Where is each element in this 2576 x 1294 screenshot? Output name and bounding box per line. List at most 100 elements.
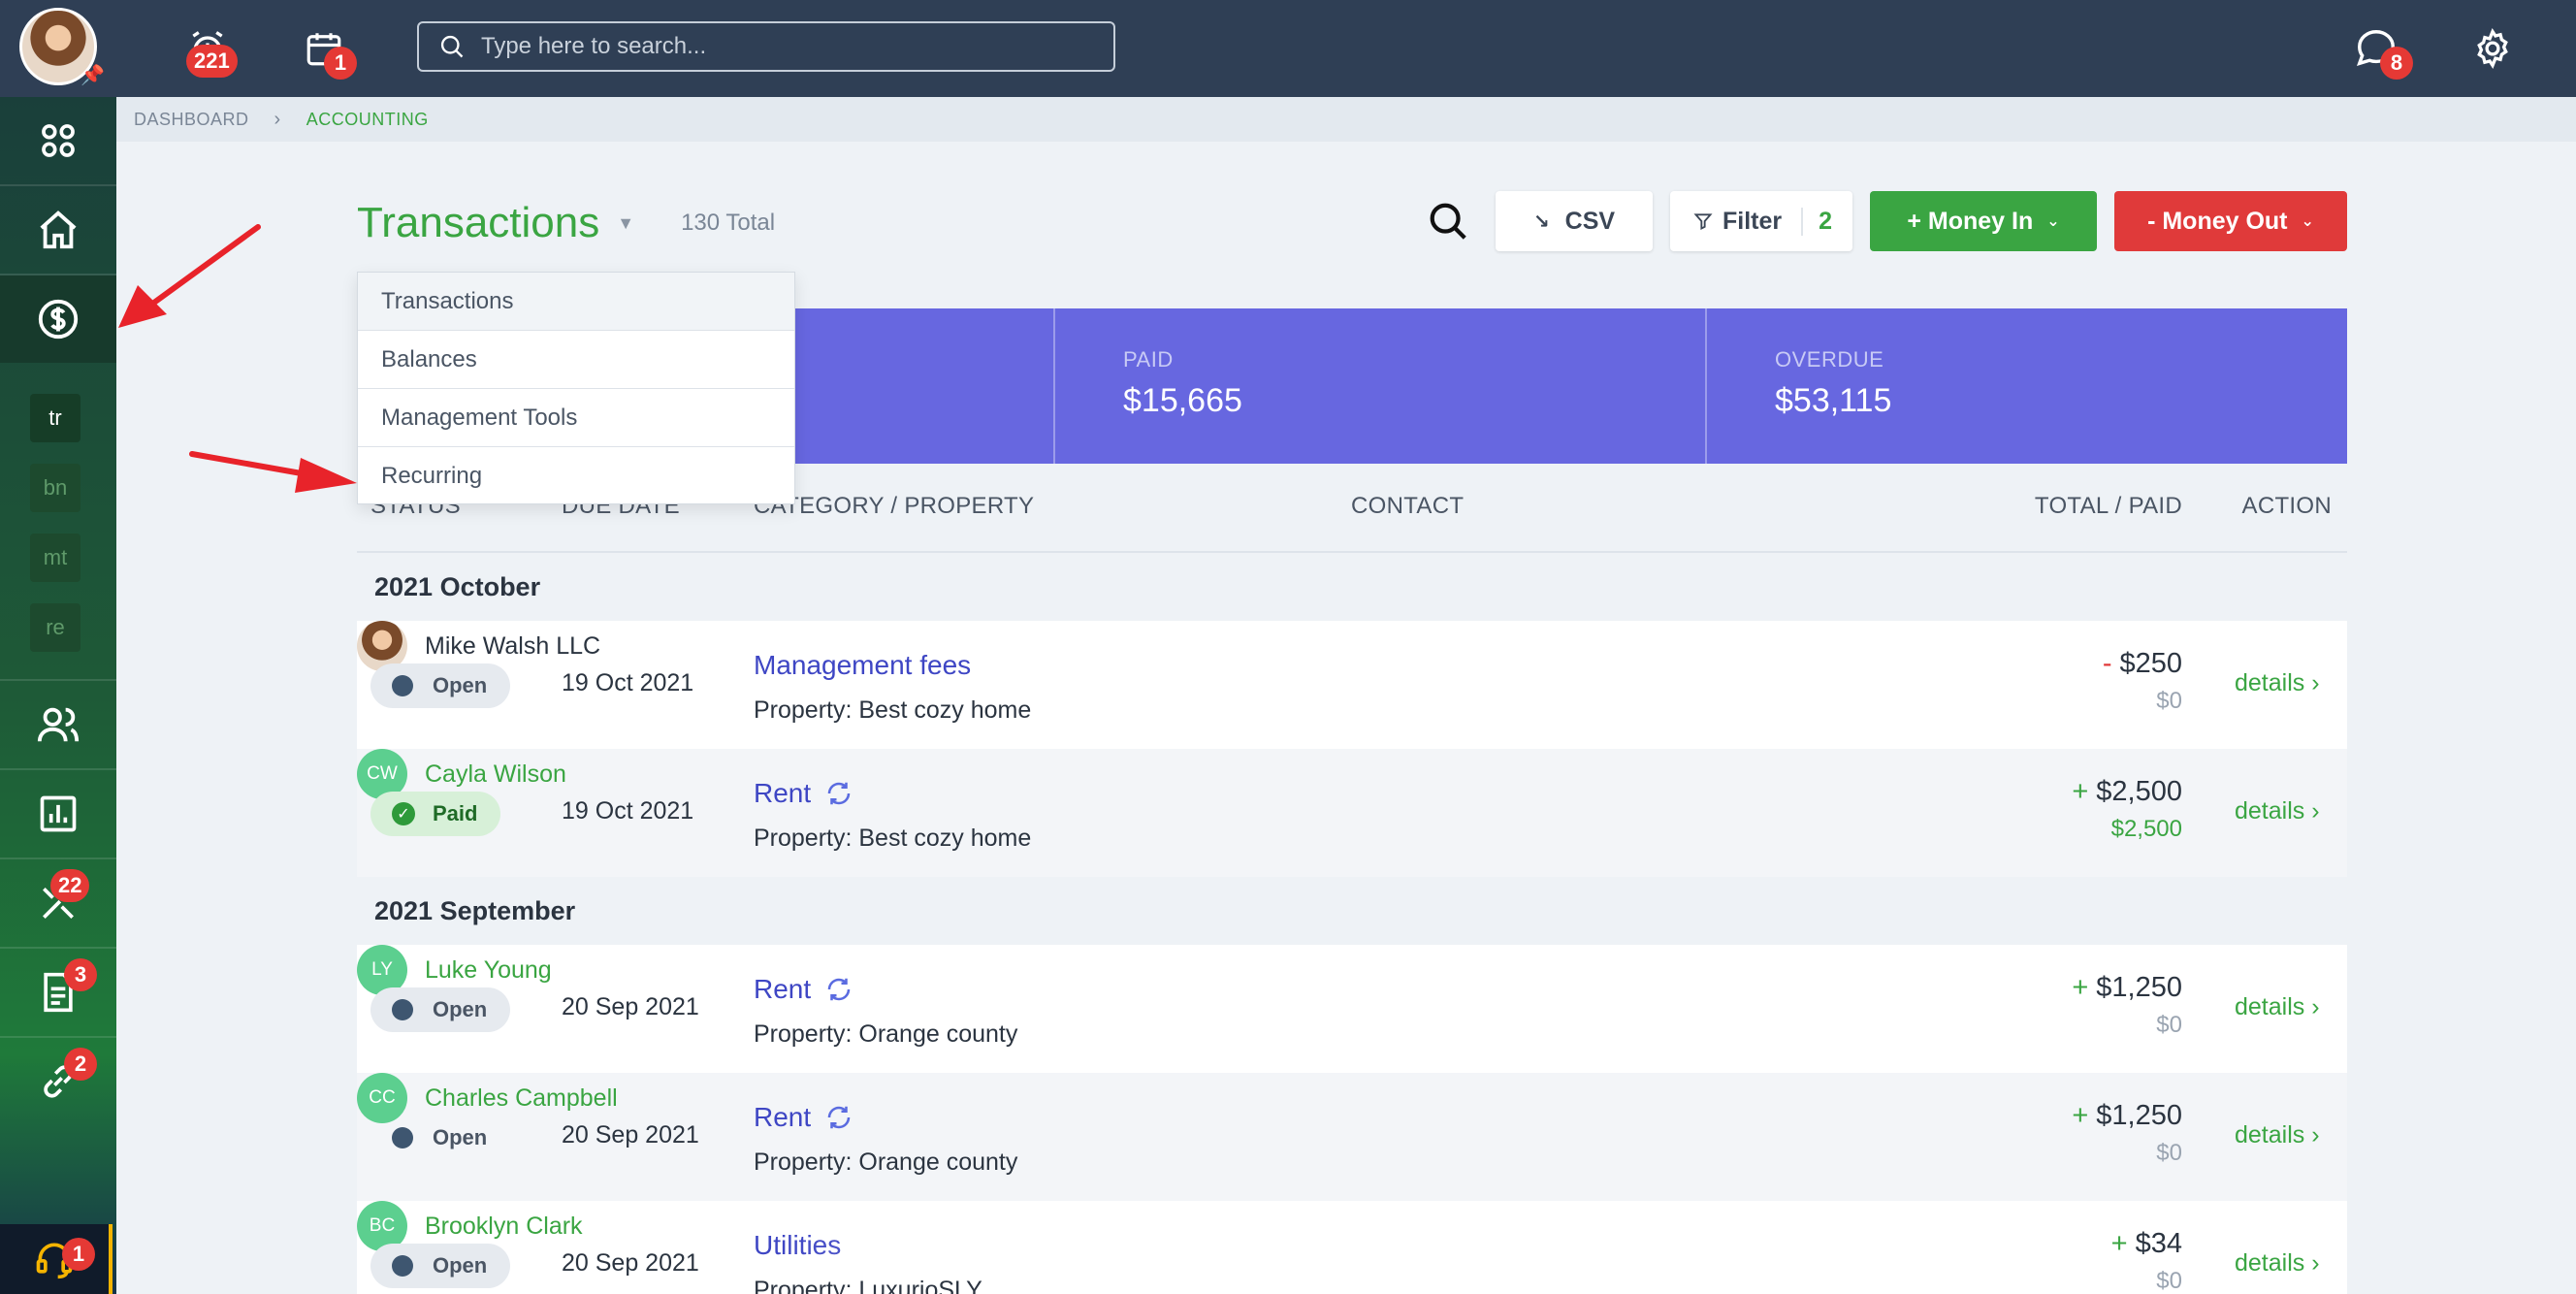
sidebar-item-accounting[interactable] (0, 275, 116, 363)
sidebar-sub-balances[interactable]: bn (30, 464, 80, 512)
sidebar-sub-transactions[interactable]: tr (30, 394, 80, 442)
annotation-arrow (189, 451, 357, 493)
csv-export-button[interactable]: ↘ CSV (1496, 191, 1653, 251)
table-search-button[interactable] (1426, 199, 1474, 247)
sidebar-item-documents[interactable]: 3 (0, 949, 116, 1036)
header-total-paid[interactable]: TOTAL / PAID (2035, 493, 2182, 520)
amount: + $2,500 $2,500 (2072, 776, 2182, 843)
filter-label: Filter (1723, 207, 1783, 235)
menu-item-balances[interactable]: Balances (358, 331, 794, 389)
details-label: details (2235, 797, 2305, 825)
amount-sign: + (2072, 776, 2089, 807)
recurring-icon (827, 978, 851, 1001)
sidebar-item-apps[interactable] (0, 97, 116, 184)
settings-button[interactable] (2463, 19, 2522, 78)
status-label: Open (433, 673, 488, 697)
status-label: Paid (433, 801, 478, 825)
stat-paid: PAID $15,665 (1088, 308, 1277, 464)
money-in-button[interactable]: + Money In ⌄ (1870, 191, 2097, 251)
stat-paid-value: $15,665 (1123, 382, 1242, 419)
property-label: Property: Best cozy home (754, 696, 1032, 724)
people-icon (37, 707, 80, 742)
stat-divider (1053, 308, 1055, 464)
calendar-count-badge: 1 (324, 47, 357, 80)
page-title[interactable]: Transactions (357, 199, 599, 247)
category-link[interactable]: Utilities (754, 1230, 841, 1261)
header-action: ACTION (2241, 493, 2332, 519)
status-badge: ✓ Paid (370, 792, 501, 836)
category-link[interactable]: Management fees (754, 650, 971, 681)
table-row[interactable]: ✓ Paid 19 Oct 2021 Rent Property: Best c… (357, 749, 2347, 877)
amount-paid: $0 (2156, 1012, 2182, 1038)
amount-paid: $2,500 (2110, 816, 2182, 842)
menu-item-transactions[interactable]: Transactions (358, 273, 794, 331)
due-date: 20 Sep 2021 (562, 993, 699, 1020)
contact[interactable]: Mike Walsh LLC (357, 621, 2347, 671)
header-category[interactable]: CATEGORY / PROPERTY (754, 493, 1034, 520)
due-date: 19 Oct 2021 (562, 669, 694, 696)
menu-item-recurring[interactable]: Recurring (358, 447, 794, 505)
property-label: Property: Best cozy home (754, 825, 1032, 852)
amount-paid: $0 (2156, 1140, 2182, 1166)
search-box[interactable] (417, 21, 1115, 72)
menu-item-management-tools[interactable]: Management Tools (358, 389, 794, 447)
sidebar-item-contacts[interactable] (0, 681, 116, 768)
header-contact[interactable]: CONTACT (1351, 493, 1464, 520)
contact[interactable]: LY Luke Young (357, 945, 2347, 995)
sidebar-sub-recurring[interactable]: re (30, 603, 80, 652)
breadcrumb: DASHBOARD › ACCOUNTING (116, 97, 2576, 142)
stat-overdue-value: $53,115 (1775, 382, 1892, 419)
due-date: 20 Sep 2021 (562, 1121, 699, 1148)
calendar-button[interactable]: 1 (295, 19, 357, 80)
alarm-count-badge: 221 (186, 45, 238, 78)
details-link[interactable]: details › (2235, 1249, 2320, 1278)
sidebar-item-reports[interactable] (0, 770, 116, 857)
status-badge: Open (370, 1116, 510, 1160)
chevron-right-icon: › (2311, 797, 2320, 825)
contact[interactable]: BC Brooklyn Clark (357, 1201, 2347, 1251)
status-label: Open (433, 997, 488, 1021)
details-link[interactable]: details › (2235, 797, 2320, 825)
group-header: 2021 October (357, 553, 2347, 621)
contact[interactable]: CW Cayla Wilson (357, 749, 2347, 799)
status-label: Open (433, 1253, 488, 1278)
details-label: details (2235, 1121, 2305, 1148)
stat-overdue-label: OVERDUE (1775, 347, 1884, 372)
table-row[interactable]: Open 19 Oct 2021 Management fees Propert… (357, 621, 2347, 749)
search-input[interactable] (481, 33, 1063, 60)
table-row[interactable]: Open 20 Sep 2021 Utilities Property: Lux… (357, 1201, 2347, 1294)
user-avatar[interactable]: 📌 (19, 8, 105, 89)
details-link[interactable]: details › (2235, 993, 2320, 1021)
sidebar-item-maintenance[interactable]: 22 (0, 859, 116, 947)
open-dot-icon (392, 999, 413, 1020)
sidebar-item-home[interactable] (0, 186, 116, 274)
details-link[interactable]: details › (2235, 1121, 2320, 1149)
group-header: 2021 September (357, 877, 2347, 945)
filter-button[interactable]: Filter 2 (1670, 191, 1852, 251)
amount: - $250 $0 (2103, 648, 2182, 715)
money-out-button[interactable]: - Money Out ⌄ (2114, 191, 2347, 251)
chevron-right-icon: › (2311, 1121, 2320, 1148)
amount-sign: + (2110, 1228, 2128, 1259)
alarm-button[interactable]: 221 (178, 19, 238, 78)
contact-name: Mike Walsh LLC (425, 631, 601, 660)
sidebar-item-integrations[interactable]: 2 (0, 1038, 116, 1125)
table-row[interactable]: Open 20 Sep 2021 Rent Property: Orange c… (357, 1073, 2347, 1201)
caret-down-icon[interactable]: ▼ (617, 213, 634, 234)
stat-overdue: OVERDUE $53,115 (1740, 308, 1926, 464)
category-link[interactable]: Rent (754, 1102, 853, 1133)
details-link[interactable]: details › (2235, 669, 2320, 697)
breadcrumb-accounting: ACCOUNTING (306, 109, 429, 129)
view-dropdown-menu: Transactions Balances Management Tools R… (357, 272, 795, 504)
status-badge: Open (370, 1244, 511, 1288)
category-link[interactable]: Rent (754, 974, 853, 1005)
contact[interactable]: CC Charles Campbell (357, 1073, 2347, 1123)
sidebar-sub-management-tools[interactable]: mt (30, 534, 80, 582)
messages-button[interactable]: 8 (2347, 19, 2413, 80)
category-link[interactable]: Rent (754, 778, 853, 809)
details-label: details (2235, 993, 2305, 1020)
support-button[interactable]: 1 (0, 1224, 113, 1294)
table-row[interactable]: Open 20 Sep 2021 Rent Property: Orange c… (357, 945, 2347, 1073)
contact-name: Brooklyn Clark (425, 1212, 583, 1240)
breadcrumb-dashboard[interactable]: DASHBOARD (134, 110, 249, 130)
